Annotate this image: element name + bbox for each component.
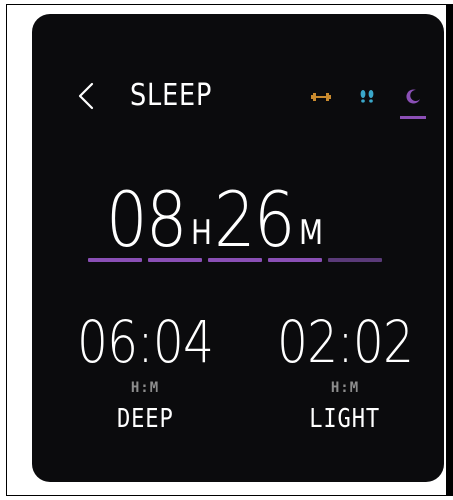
deep-sleep-stat: 06:04 H:M DEEP — [60, 310, 230, 434]
progress-segment — [208, 258, 262, 262]
tab-sleep[interactable] — [400, 84, 426, 110]
sleep-goal-progress — [88, 258, 382, 262]
deep-sleep-label: DEEP — [116, 404, 174, 434]
footprints-icon — [360, 90, 374, 103]
minutes-value: 26 — [214, 175, 295, 264]
light-sleep-unit: H:M — [330, 380, 360, 396]
total-sleep-duration: 08 H 26 M — [106, 162, 328, 258]
active-tab-indicator — [400, 116, 426, 119]
light-sleep-value: 02:02 — [276, 308, 414, 376]
light-sleep-label: LIGHT — [309, 404, 381, 434]
frame-edge — [447, 4, 453, 496]
chevron-left-icon — [78, 82, 94, 110]
hours-value: 08 — [106, 175, 187, 264]
hours-unit: H — [190, 213, 212, 253]
dumbbell-icon — [311, 93, 331, 101]
progress-segment — [88, 258, 142, 262]
progress-segment — [268, 258, 322, 262]
minutes-unit: M — [299, 213, 324, 253]
deep-sleep-value: 06:04 — [76, 308, 214, 376]
deep-sleep-unit: H:M — [130, 380, 160, 396]
back-button[interactable] — [72, 76, 100, 116]
tab-steps[interactable] — [354, 84, 380, 110]
watch-screen: SLEEP 08 H 26 M 06:04 H:M DEEP 02:02 H:M… — [32, 14, 444, 482]
tab-fitness[interactable] — [308, 84, 334, 110]
light-sleep-stat: 02:02 H:M LIGHT — [260, 310, 430, 434]
progress-segment — [148, 258, 202, 262]
progress-segment — [328, 258, 382, 262]
page-title: SLEEP — [130, 78, 213, 113]
moon-icon — [406, 89, 420, 104]
